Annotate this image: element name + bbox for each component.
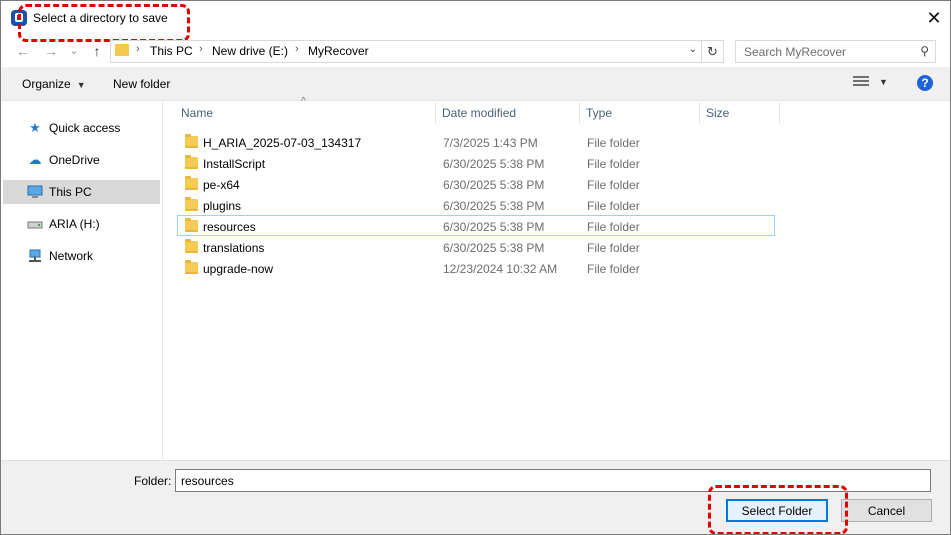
- command-toolbar: Organize ▼ New folder ▼ ?: [1, 67, 950, 101]
- sidebar-item-label: Quick access: [49, 121, 121, 135]
- folder-field[interactable]: [175, 469, 931, 492]
- file-type: File folder: [587, 220, 640, 234]
- file-name: InstallScript: [203, 157, 266, 171]
- folder-icon: [185, 197, 198, 211]
- table-row[interactable]: H_ARIA_2025-07-03_134317 7/3/2025 1:43 P…: [177, 131, 775, 152]
- cloud-icon: ☁: [28, 152, 42, 167]
- network-icon: [27, 249, 43, 263]
- forward-arrow-icon[interactable]: →: [40, 39, 62, 63]
- sidebar-item-network[interactable]: Network: [3, 244, 160, 268]
- drive-icon: [27, 217, 43, 231]
- address-bar[interactable]: › This PC › New drive (E:) › MyRecover ⌄: [110, 40, 702, 63]
- computer-icon: [27, 185, 43, 199]
- search-box[interactable]: ⚲: [735, 40, 936, 63]
- file-type: File folder: [587, 262, 640, 276]
- file-date: 6/30/2025 5:38 PM: [443, 241, 545, 255]
- file-date: 7/3/2025 1:43 PM: [443, 136, 538, 150]
- file-name: resources: [203, 220, 256, 234]
- folder-icon: [185, 239, 198, 253]
- sidebar-item-label: OneDrive: [49, 153, 100, 167]
- table-row[interactable]: upgrade-now 12/23/2024 10:32 AM File fol…: [177, 257, 775, 278]
- table-row-selected[interactable]: resources 6/30/2025 5:38 PM File folder: [177, 215, 775, 236]
- navigation-bar: ← → ⌄ ↑ › This PC › New drive (E:) › MyR…: [1, 39, 950, 63]
- file-list-header: ^ Name Date modified Type Size: [173, 96, 781, 124]
- breadcrumb-separator-icon: ›: [136, 43, 140, 55]
- pane-divider[interactable]: [162, 101, 163, 459]
- organize-button[interactable]: Organize ▼: [22, 77, 86, 91]
- close-icon[interactable]: ✕: [919, 5, 949, 31]
- search-icon[interactable]: ⚲: [920, 44, 929, 58]
- cancel-button[interactable]: Cancel: [841, 499, 932, 522]
- table-row[interactable]: InstallScript 6/30/2025 5:38 PM File fol…: [177, 152, 775, 173]
- file-type: File folder: [587, 199, 640, 213]
- sidebar-item-this-pc[interactable]: This PC: [3, 180, 160, 204]
- select-directory-dialog: Select a directory to save ✕ ← → ⌄ ↑ › T…: [0, 0, 951, 535]
- breadcrumb-separator-icon: ›: [199, 43, 203, 55]
- file-date: 12/23/2024 10:32 AM: [443, 262, 558, 276]
- new-folder-button[interactable]: New folder: [113, 77, 170, 91]
- file-name: upgrade-now: [203, 262, 274, 276]
- sidebar-item-aria-drive[interactable]: ARIA (H:): [3, 212, 160, 236]
- app-logo-icon: [11, 10, 27, 26]
- column-header-type[interactable]: Type: [586, 106, 612, 120]
- bottom-panel: Folder: Select Folder Cancel: [1, 460, 950, 534]
- column-header-name[interactable]: Name: [181, 106, 213, 120]
- sidebar-item-label: This PC: [49, 185, 92, 199]
- recent-locations-icon[interactable]: ⌄: [63, 39, 85, 63]
- search-input[interactable]: [742, 43, 906, 61]
- column-divider[interactable]: [779, 102, 780, 124]
- sidebar-item-onedrive[interactable]: ☁ OneDrive: [3, 148, 160, 172]
- sidebar-item-quick-access[interactable]: ★ Quick access: [3, 116, 160, 140]
- file-date: 6/30/2025 5:38 PM: [443, 199, 545, 213]
- file-type: File folder: [587, 136, 640, 150]
- refresh-icon[interactable]: ↻: [701, 40, 724, 63]
- file-name: translations: [203, 241, 265, 255]
- table-row[interactable]: translations 6/30/2025 5:38 PM File fold…: [177, 236, 775, 257]
- select-folder-button[interactable]: Select Folder: [726, 499, 828, 522]
- up-arrow-icon[interactable]: ↑: [86, 39, 108, 63]
- file-date: 6/30/2025 5:38 PM: [443, 157, 545, 171]
- sort-ascending-icon: ^: [301, 96, 306, 107]
- view-options-icon[interactable]: [853, 76, 869, 88]
- column-divider[interactable]: [699, 102, 700, 124]
- organize-label: Organize: [22, 77, 71, 91]
- folder-field-label: Folder:: [134, 474, 172, 488]
- chevron-down-icon[interactable]: ⌄: [689, 44, 697, 55]
- file-date: 6/30/2025 5:38 PM: [443, 220, 545, 234]
- file-name: pe-x64: [203, 178, 240, 192]
- sidebar-item-label: ARIA (H:): [49, 217, 100, 231]
- window-title: Select a directory to save: [33, 11, 168, 25]
- caret-down-icon: ▼: [76, 80, 86, 90]
- folder-icon: [185, 218, 198, 232]
- table-row[interactable]: pe-x64 6/30/2025 5:38 PM File folder: [177, 173, 775, 194]
- folder-input[interactable]: [179, 472, 923, 490]
- folder-icon: [185, 176, 198, 190]
- folder-icon: [185, 134, 198, 148]
- folder-icon: [185, 260, 198, 274]
- file-type: File folder: [587, 157, 640, 171]
- file-type: File folder: [587, 241, 640, 255]
- breadcrumb-myrecover[interactable]: MyRecover: [308, 44, 369, 58]
- sidebar-item-label: Network: [49, 249, 94, 263]
- file-name: plugins: [203, 199, 242, 213]
- column-header-date-modified[interactable]: Date modified: [442, 106, 516, 120]
- breadcrumb-new-drive[interactable]: New drive (E:): [212, 44, 288, 58]
- back-arrow-icon[interactable]: ←: [12, 39, 34, 63]
- file-date: 6/30/2025 5:38 PM: [443, 178, 545, 192]
- folder-icon: [185, 155, 198, 169]
- column-divider[interactable]: [579, 102, 580, 124]
- file-type: File folder: [587, 178, 640, 192]
- table-row[interactable]: plugins 6/30/2025 5:38 PM File folder: [177, 194, 775, 215]
- file-name: H_ARIA_2025-07-03_134317: [203, 136, 362, 150]
- breadcrumb-separator-icon: ›: [295, 43, 299, 55]
- help-icon[interactable]: ?: [917, 75, 933, 91]
- title-bar: Select a directory to save ✕: [1, 1, 950, 35]
- column-divider[interactable]: [435, 102, 436, 124]
- caret-down-icon[interactable]: ▼: [879, 77, 888, 87]
- star-icon: ★: [29, 120, 41, 135]
- column-header-size[interactable]: Size: [706, 106, 729, 120]
- breadcrumb-this-pc[interactable]: This PC: [150, 44, 193, 58]
- folder-icon: [115, 44, 129, 56]
- navigation-pane: ★ Quick access ☁ OneDrive This PC ARIA (…: [3, 101, 161, 459]
